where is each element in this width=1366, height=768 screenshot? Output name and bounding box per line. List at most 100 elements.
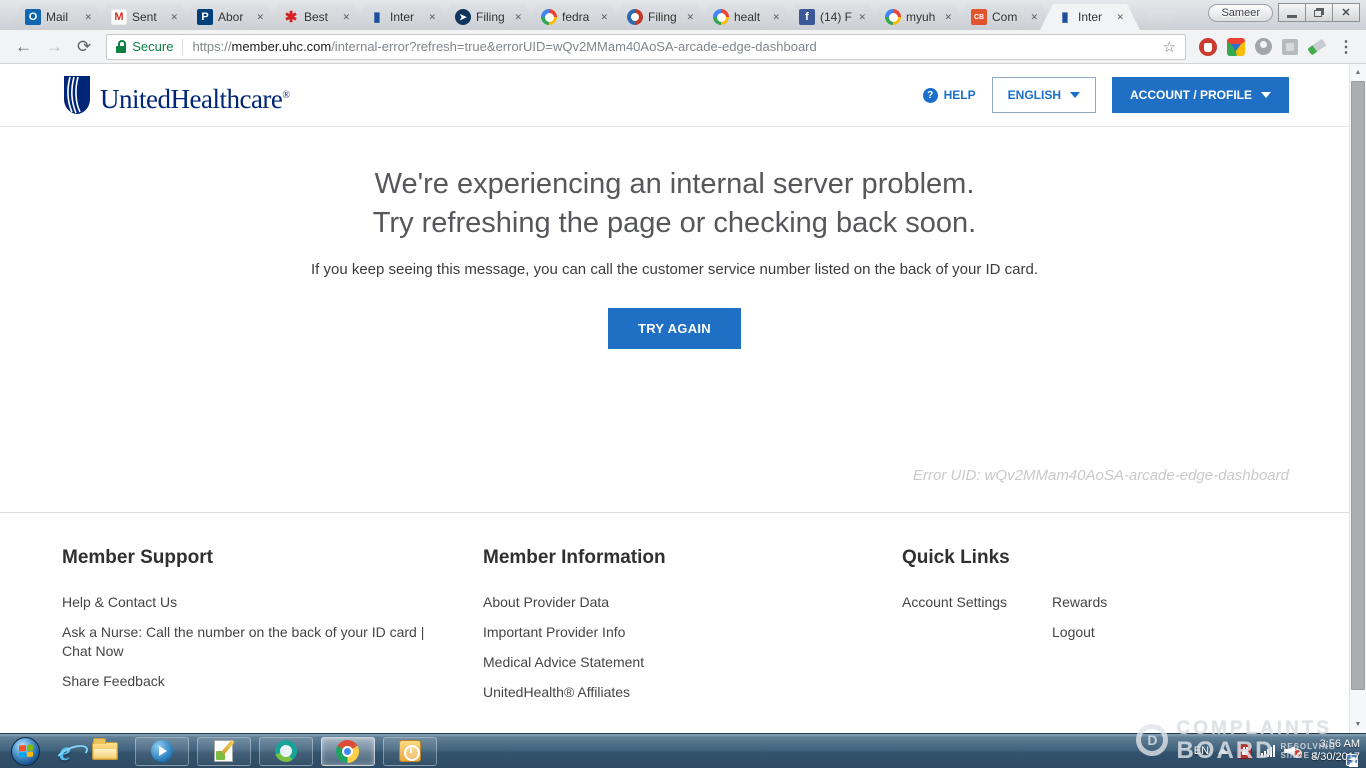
bookmark-star-icon[interactable]: ☆ bbox=[1163, 38, 1176, 56]
tab-com[interactable]: Com ✕ bbox=[954, 4, 1054, 30]
media-player-icon bbox=[151, 740, 173, 762]
help-label: HELP bbox=[944, 88, 976, 102]
language-indicator[interactable]: EN bbox=[1194, 745, 1209, 757]
tab-title: myuh bbox=[906, 10, 938, 24]
tab-close-icon[interactable]: ✕ bbox=[82, 10, 94, 25]
footer-link-help-contact[interactable]: Help & Contact Us bbox=[62, 593, 444, 612]
footer-link-share-feedback[interactable]: Share Feedback bbox=[62, 672, 444, 691]
language-dropdown[interactable]: ENGLISH bbox=[992, 77, 1096, 113]
url-text[interactable]: https://member.uhc.com/internal-error?re… bbox=[192, 39, 1156, 54]
taskbar-outlook[interactable] bbox=[383, 737, 437, 766]
chrome-menu-icon[interactable]: ⋮ bbox=[1338, 37, 1354, 57]
secure-label[interactable]: Secure bbox=[132, 39, 173, 54]
forward-button[interactable]: → bbox=[46, 37, 63, 57]
tab-abor[interactable]: Abor ✕ bbox=[180, 4, 280, 30]
secure-lock-icon[interactable] bbox=[116, 40, 126, 53]
taskbar-explorer[interactable] bbox=[92, 742, 118, 760]
internet-explorer-icon: e bbox=[59, 738, 71, 765]
tab-filing-2[interactable]: Filing ✕ bbox=[610, 4, 710, 30]
account-label: ACCOUNT / PROFILE bbox=[1130, 88, 1252, 102]
tray-plug-icon[interactable] bbox=[1237, 744, 1252, 759]
tab-close-icon[interactable]: ✕ bbox=[168, 10, 180, 25]
error-uid-text: Error UID: wQv2MMam40AoSA-arcade-edge-da… bbox=[0, 467, 1349, 484]
tab-close-icon[interactable]: ✕ bbox=[684, 10, 696, 25]
tab-close-icon[interactable]: ✕ bbox=[856, 10, 868, 25]
tab-inter-1[interactable]: Inter ✕ bbox=[352, 4, 452, 30]
minimize-button[interactable] bbox=[1278, 3, 1306, 22]
flashlight-icon bbox=[1307, 38, 1326, 55]
tab-title: Abor bbox=[218, 10, 250, 24]
help-link[interactable]: ? HELP bbox=[923, 88, 976, 103]
address-bar[interactable]: Secure https://member.uhc.com/internal-e… bbox=[106, 34, 1186, 60]
page-scrollbar[interactable]: ▲ ▼ bbox=[1349, 64, 1366, 733]
tab-close-icon[interactable]: ✕ bbox=[770, 10, 782, 25]
tab-close-icon[interactable]: ✕ bbox=[340, 10, 352, 25]
mute-badge-icon bbox=[1293, 749, 1302, 758]
uhc-logo[interactable]: UnitedHealthcare® bbox=[62, 75, 290, 115]
registered-mark: ® bbox=[282, 90, 289, 101]
tray-date: 8/30/2017 bbox=[1311, 751, 1360, 764]
flashlight-extension-icon[interactable] bbox=[1308, 43, 1326, 51]
taskbar-internet-explorer[interactable]: e bbox=[59, 738, 71, 765]
hidden-icons-arrow[interactable] bbox=[1218, 748, 1228, 754]
google-icon bbox=[713, 9, 729, 25]
adblock-extension-icon[interactable] bbox=[1199, 38, 1217, 56]
tab-close-icon[interactable]: ✕ bbox=[254, 10, 266, 25]
gray-extension-icon[interactable] bbox=[1282, 39, 1298, 55]
tab-best[interactable]: Best ✕ bbox=[266, 4, 366, 30]
tab-facebook[interactable]: (14) F ✕ bbox=[782, 4, 882, 30]
reload-button[interactable]: ⟳ bbox=[77, 37, 91, 57]
footer-link-account-settings[interactable]: Account Settings bbox=[902, 593, 1052, 612]
back-button[interactable]: ← bbox=[15, 37, 32, 57]
new-tab-button[interactable] bbox=[1142, 11, 1177, 27]
tab-myuh[interactable]: myuh ✕ bbox=[868, 4, 968, 30]
tab-title: Filing bbox=[476, 10, 508, 24]
footer-link-ask-a-nurse[interactable]: Ask a Nurse: Call the number on the back… bbox=[62, 623, 444, 661]
site-footer: Member Support Help & Contact Us Ask a N… bbox=[0, 512, 1349, 713]
footer-link-logout[interactable]: Logout bbox=[1052, 623, 1107, 642]
try-again-button[interactable]: TRY AGAIN bbox=[608, 308, 741, 349]
tab-inter-active[interactable]: Inter ✕ bbox=[1040, 4, 1140, 30]
footer-heading-quick-links: Quick Links bbox=[902, 547, 1107, 569]
scroll-up-icon[interactable]: ▲ bbox=[1350, 64, 1366, 81]
taskbar-swirl-app[interactable] bbox=[259, 737, 313, 766]
footer-link-important-provider-info[interactable]: Important Provider Info bbox=[483, 623, 902, 642]
tab-filing-1[interactable]: Filing ✕ bbox=[438, 4, 538, 30]
restore-button[interactable] bbox=[1305, 3, 1333, 22]
download-arrow-icon bbox=[1227, 38, 1245, 56]
footer-link-about-provider-data[interactable]: About Provider Data bbox=[483, 593, 902, 612]
download-extension-icon[interactable] bbox=[1227, 38, 1245, 56]
tab-close-icon[interactable]: ✕ bbox=[512, 10, 524, 25]
scrollbar-thumb[interactable] bbox=[1351, 81, 1365, 690]
tab-sent[interactable]: Sent ✕ bbox=[94, 4, 194, 30]
tab-close-icon[interactable]: ✕ bbox=[598, 10, 610, 25]
url-scheme: https:// bbox=[192, 39, 231, 54]
tab-close-icon[interactable]: ✕ bbox=[942, 10, 954, 25]
chrome-profile-name[interactable]: Sameer bbox=[1208, 4, 1273, 22]
tab-mail[interactable]: Mail ✕ bbox=[8, 4, 108, 30]
site-header: UnitedHealthcare® ? HELP ENGLISH ACCOUNT… bbox=[0, 64, 1349, 127]
taskbar-chrome[interactable] bbox=[321, 737, 375, 766]
tab-close-icon[interactable]: ✕ bbox=[426, 10, 438, 25]
tab-fedra[interactable]: fedra ✕ bbox=[524, 4, 624, 30]
system-tray: EN 3:56 AM 8/30/2017 bbox=[1194, 734, 1360, 768]
tray-clock[interactable]: 3:56 AM 8/30/2017 bbox=[1311, 738, 1360, 764]
footer-link-unitedhealth-affiliates[interactable]: UnitedHealth® Affiliates bbox=[483, 683, 902, 702]
volume-muted-icon[interactable] bbox=[1284, 744, 1302, 758]
tab-close-icon[interactable]: ✕ bbox=[1028, 10, 1040, 25]
tab-strip: Mail ✕ Sent ✕ Abor ✕ Best ✕ Inter ✕ Fili… bbox=[0, 0, 1172, 30]
pocket-extension-icon[interactable] bbox=[1255, 38, 1272, 55]
footer-link-rewards[interactable]: Rewards bbox=[1052, 593, 1107, 612]
account-profile-button[interactable]: ACCOUNT / PROFILE bbox=[1112, 77, 1289, 113]
taskbar-media-player[interactable] bbox=[135, 737, 189, 766]
close-button[interactable]: ✕ bbox=[1332, 3, 1360, 22]
tab-title: Best bbox=[304, 10, 336, 24]
scroll-down-icon[interactable]: ▼ bbox=[1350, 716, 1366, 733]
browser-toolbar: ← → ⟳ Secure https://member.uhc.com/inte… bbox=[0, 30, 1366, 64]
start-button[interactable] bbox=[11, 737, 40, 766]
network-signal-icon[interactable] bbox=[1261, 745, 1275, 757]
tab-healt[interactable]: healt ✕ bbox=[696, 4, 796, 30]
taskbar-notepad-plus[interactable] bbox=[197, 737, 251, 766]
footer-link-medical-advice[interactable]: Medical Advice Statement bbox=[483, 653, 902, 672]
tab-close-icon[interactable]: ✕ bbox=[1114, 10, 1126, 25]
